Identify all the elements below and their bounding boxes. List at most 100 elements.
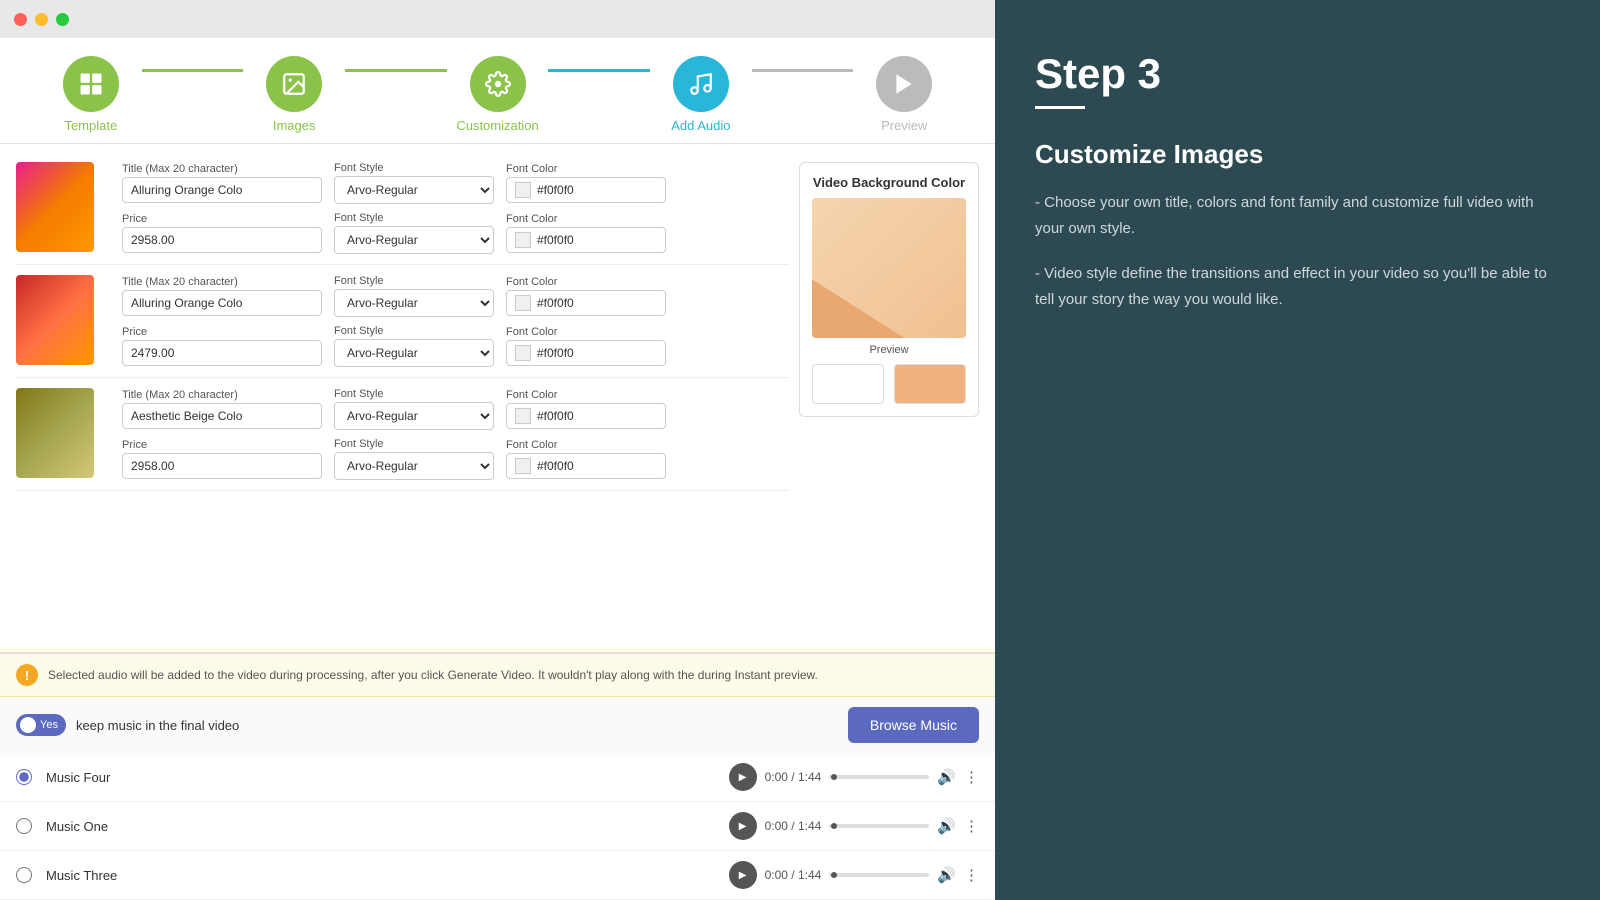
title-group-2: Title (Max 20 character) <box>122 276 322 316</box>
price-group-2: Price <box>122 326 322 366</box>
music-list: Music Four ▶ 0:00 / 1:44 🔊 ⋮ Music One ▶ <box>0 753 995 900</box>
price-color-field-1[interactable]: #f0f0f0 <box>506 227 666 253</box>
price-label-2: Price <box>122 326 322 338</box>
swatch-orange[interactable] <box>894 364 966 404</box>
keep-music-row: Yes keep music in the final video <box>16 714 239 736</box>
title-color-field-2[interactable]: #f0f0f0 <box>506 290 666 316</box>
color-preview-box[interactable] <box>812 198 966 338</box>
music-toggle[interactable]: Yes <box>16 714 66 736</box>
title-font-color-group-1: Font Color #f0f0f0 <box>506 163 666 203</box>
step-line-3 <box>548 69 650 72</box>
progress-fill-one <box>831 823 837 829</box>
price-font-style-group-3: Font Style Arvo-Regular <box>334 438 494 480</box>
progress-bar-one[interactable] <box>829 824 929 828</box>
price-color-swatch-3 <box>515 458 531 474</box>
music-player-three: ▶ 0:00 / 1:44 🔊 ⋮ <box>729 861 979 889</box>
title-color-field-1[interactable]: #f0f0f0 <box>506 177 666 203</box>
title-color-field-3[interactable]: #f0f0f0 <box>506 403 666 429</box>
product-fields-3: Title (Max 20 character) Font Style Arvo… <box>110 388 789 480</box>
title-input-1[interactable] <box>122 177 322 203</box>
gradient-preview <box>812 198 966 338</box>
price-color-swatch-2 <box>515 345 531 361</box>
progress-bar-three[interactable] <box>829 873 929 877</box>
price-row-1: Price Font Style Arvo-Regular Arial <box>122 212 789 254</box>
step-images[interactable]: Images <box>243 56 345 133</box>
audio-controls-bar: Yes keep music in the final video Browse… <box>0 697 995 753</box>
volume-icon-four[interactable]: 🔊 <box>937 768 956 786</box>
toggle-circle <box>20 717 36 733</box>
volume-icon-one[interactable]: 🔊 <box>937 817 956 835</box>
title-font-style-select-3[interactable]: Arvo-Regular <box>334 402 494 430</box>
play-button-one[interactable]: ▶ <box>729 812 757 840</box>
music-player-four: ▶ 0:00 / 1:44 🔊 ⋮ <box>729 763 979 791</box>
maximize-dot[interactable] <box>56 13 69 26</box>
price-input-3[interactable] <box>122 453 322 479</box>
time-four: 0:00 / 1:44 <box>765 770 822 784</box>
left-panel: Template Images Customization Add Audio <box>0 0 995 900</box>
content-area: Title (Max 20 character) Font Style Arvo… <box>0 144 995 652</box>
title-font-color-label-1: Font Color <box>506 163 666 175</box>
right-desc-2: - Video style define the transitions and… <box>1035 261 1560 312</box>
step-template-label: Template <box>64 118 117 133</box>
price-font-style-select-1[interactable]: Arvo-Regular Arial <box>334 226 494 254</box>
step-add-audio[interactable]: Add Audio <box>650 56 752 133</box>
browse-music-button[interactable]: Browse Music <box>848 707 979 743</box>
swatch-white[interactable] <box>812 364 884 404</box>
price-color-value-1: #f0f0f0 <box>537 233 574 247</box>
price-label-1: Price <box>122 213 322 225</box>
time-three: 0:00 / 1:44 <box>765 868 822 882</box>
title-input-3[interactable] <box>122 403 322 429</box>
minimize-dot[interactable] <box>35 13 48 26</box>
music-item-three: Music Three ▶ 0:00 / 1:44 🔊 ⋮ <box>0 851 995 900</box>
play-button-three[interactable]: ▶ <box>729 861 757 889</box>
music-item-one: Music One ▶ 0:00 / 1:44 🔊 ⋮ <box>0 802 995 851</box>
more-icon-one[interactable]: ⋮ <box>964 817 979 835</box>
music-radio-three[interactable] <box>16 867 32 883</box>
title-font-color-label-3: Font Color <box>506 389 666 401</box>
keep-music-label: keep music in the final video <box>76 718 239 733</box>
price-color-field-2[interactable]: #f0f0f0 <box>506 340 666 366</box>
close-dot[interactable] <box>14 13 27 26</box>
title-font-style-select-2[interactable]: Arvo-Regular <box>334 289 494 317</box>
bg-color-panel: Video Background Color Preview <box>789 152 979 491</box>
audio-info-text: Selected audio will be added to the vide… <box>48 668 818 682</box>
title-font-style-select-1[interactable]: Arvo-Regular Arial Roboto <box>334 176 494 204</box>
step-line-1 <box>142 69 244 72</box>
step-preview[interactable]: Preview <box>853 56 955 133</box>
play-button-four[interactable]: ▶ <box>729 763 757 791</box>
step-line-4 <box>752 69 854 72</box>
title-input-2[interactable] <box>122 290 322 316</box>
step-customization[interactable]: Customization <box>447 56 549 133</box>
progress-fill-four <box>831 774 837 780</box>
music-radio-one[interactable] <box>16 818 32 834</box>
product-image-1 <box>16 162 94 252</box>
price-font-style-label-1: Font Style <box>334 212 494 224</box>
price-font-color-label-3: Font Color <box>506 439 666 451</box>
bg-color-panel-inner: Video Background Color Preview <box>799 162 979 417</box>
step-preview-circle <box>876 56 932 112</box>
price-color-field-3[interactable]: #f0f0f0 <box>506 453 666 479</box>
music-name-four: Music Four <box>46 770 715 785</box>
price-input-1[interactable] <box>122 227 322 253</box>
title-color-value-3: #f0f0f0 <box>537 409 574 423</box>
price-group-3: Price <box>122 439 322 479</box>
price-input-2[interactable] <box>122 340 322 366</box>
volume-icon-three[interactable]: 🔊 <box>937 866 956 884</box>
more-icon-three[interactable]: ⋮ <box>964 866 979 884</box>
title-font-color-group-2: Font Color #f0f0f0 <box>506 276 666 316</box>
music-radio-four[interactable] <box>16 769 32 785</box>
audio-section: ! Selected audio will be added to the vi… <box>0 652 995 900</box>
title-color-swatch-3 <box>515 408 531 424</box>
price-font-style-select-2[interactable]: Arvo-Regular <box>334 339 494 367</box>
step-template[interactable]: Template <box>40 56 142 133</box>
more-icon-four[interactable]: ⋮ <box>964 768 979 786</box>
title-color-value-2: #f0f0f0 <box>537 296 574 310</box>
price-font-style-select-3[interactable]: Arvo-Regular <box>334 452 494 480</box>
title-label-3: Title (Max 20 character) <box>122 389 322 401</box>
step-customization-circle <box>470 56 526 112</box>
progress-bar-four[interactable] <box>829 775 929 779</box>
price-font-color-label-2: Font Color <box>506 326 666 338</box>
music-name-one: Music One <box>46 819 715 834</box>
title-group-1: Title (Max 20 character) <box>122 163 322 203</box>
step-underline <box>1035 106 1085 109</box>
